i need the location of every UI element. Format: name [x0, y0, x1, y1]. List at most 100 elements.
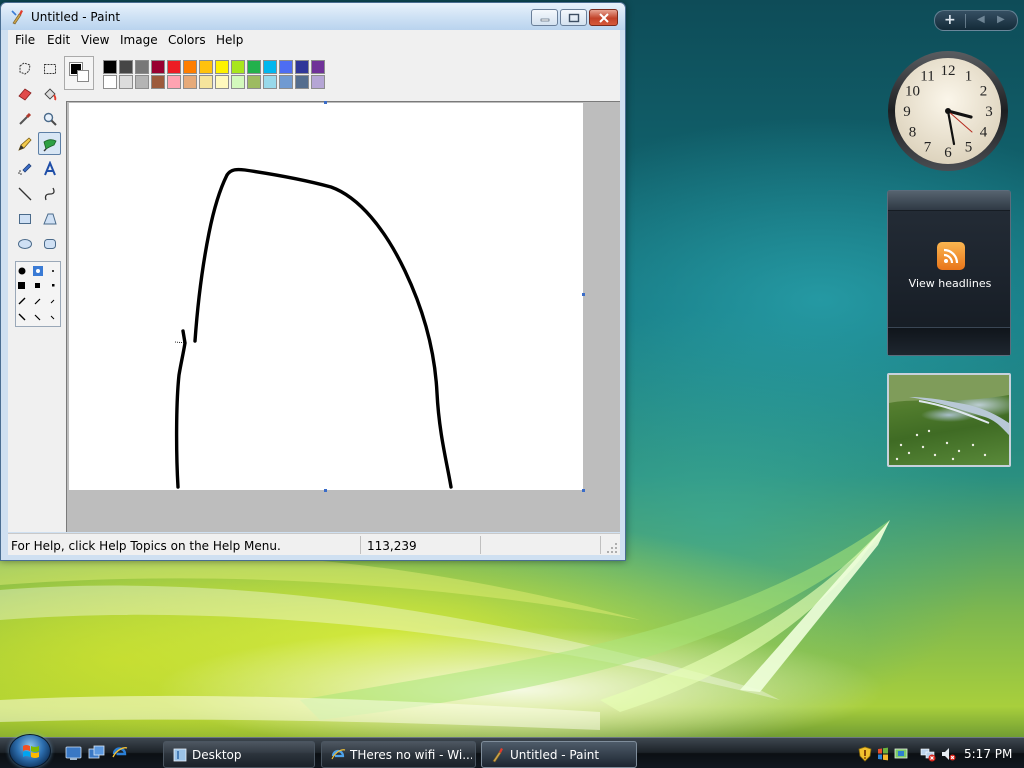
show-desktop-icon[interactable]	[65, 745, 82, 761]
fill-with-color-tool[interactable]	[38, 82, 61, 105]
color-swatch[interactable]	[103, 60, 117, 74]
menu-file[interactable]: File	[15, 33, 35, 47]
clock-gadget[interactable]: 12 1 2 3 4 5 6 7 8 9 10 11	[886, 50, 1012, 174]
brush-tool[interactable]	[38, 132, 61, 155]
color-swatch[interactable]	[215, 75, 229, 89]
color-swatch[interactable]	[295, 60, 309, 74]
color-swatch[interactable]	[199, 75, 213, 89]
ellipse-tool[interactable]	[13, 232, 36, 255]
color-swatch[interactable]	[183, 75, 197, 89]
current-colors[interactable]	[64, 56, 94, 90]
pencil-tool[interactable]	[13, 132, 36, 155]
network-disconnected-icon[interactable]	[920, 746, 936, 762]
color-swatch[interactable]	[103, 75, 117, 89]
text-tool[interactable]	[38, 157, 61, 180]
toolbox	[10, 55, 66, 328]
eyedropper-icon	[18, 112, 31, 125]
next-page-button[interactable]: ▶	[997, 14, 1005, 25]
select-tool[interactable]	[38, 57, 61, 80]
menu-colors[interactable]: Colors	[168, 33, 206, 47]
color-swatch[interactable]	[135, 60, 149, 74]
menu-edit[interactable]: Edit	[47, 33, 70, 47]
rounded-rectangle-tool[interactable]	[38, 232, 61, 255]
eraser-tool[interactable]	[13, 82, 36, 105]
drawing-canvas[interactable]	[69, 103, 583, 490]
sidebar-separator	[965, 14, 966, 28]
paint-bucket-icon	[43, 87, 56, 100]
slideshow-gadget[interactable]	[887, 373, 1011, 467]
add-gadget-button[interactable]: +	[944, 12, 956, 28]
color-swatch[interactable]	[311, 60, 325, 74]
curve-tool[interactable]	[38, 182, 61, 205]
color-swatch[interactable]	[311, 75, 325, 89]
title-bar[interactable]: Untitled - Paint	[1, 3, 625, 30]
free-form-select-tool[interactable]	[13, 57, 36, 80]
canvas-area[interactable]	[66, 101, 620, 532]
free-form-select-icon	[19, 61, 31, 75]
color-swatch[interactable]	[167, 75, 181, 89]
line-tool[interactable]	[13, 182, 36, 205]
rectangle-tool[interactable]	[13, 207, 36, 230]
resize-handle-bottom[interactable]	[324, 489, 327, 492]
close-button[interactable]	[589, 9, 618, 26]
windows-update-icon[interactable]	[875, 746, 891, 762]
color-swatch[interactable]	[231, 75, 245, 89]
feed-headlines-gadget[interactable]: View headlines	[887, 190, 1011, 356]
airbrush-tool[interactable]	[13, 157, 36, 180]
size-grip-icon[interactable]	[606, 542, 618, 554]
pick-color-tool[interactable]	[13, 107, 36, 130]
color-palette	[64, 56, 325, 94]
brush-shape-icons	[18, 266, 55, 321]
brush-shape-options[interactable]	[15, 261, 61, 327]
clock-numeral: 5	[965, 140, 973, 156]
color-swatch[interactable]	[247, 75, 261, 89]
clock-numeral: 3	[985, 104, 993, 120]
magnifier-tool[interactable]	[38, 107, 61, 130]
taskbar-item-paint[interactable]: Untitled - Paint	[481, 741, 637, 768]
clock-numeral: 11	[920, 69, 934, 85]
internet-explorer-icon[interactable]	[111, 745, 128, 761]
resize-handle-corner[interactable]	[582, 489, 585, 492]
minimize-icon	[540, 18, 549, 21]
color-swatch[interactable]	[231, 60, 245, 74]
switch-windows-icon[interactable]	[88, 745, 105, 761]
ellipse-icon	[17, 238, 32, 249]
clock-numeral: 12	[941, 63, 956, 79]
previous-page-button[interactable]: ◀	[977, 14, 985, 25]
view-headlines-link[interactable]: View headlines	[888, 277, 1012, 290]
color-swatch[interactable]	[263, 60, 277, 74]
cursor-coordinates: 113,239	[367, 539, 417, 553]
color-swatch[interactable]	[183, 60, 197, 74]
device-status-icon[interactable]	[893, 746, 909, 762]
color-swatch[interactable]	[151, 75, 165, 89]
airbrush-icon	[17, 162, 32, 175]
color-swatch[interactable]	[295, 75, 309, 89]
status-bar: For Help, click Help Topics on the Help …	[8, 533, 620, 555]
menu-image[interactable]: Image	[120, 33, 158, 47]
color-swatch[interactable]	[135, 75, 149, 89]
volume-muted-icon[interactable]	[940, 746, 956, 762]
taskbar-clock[interactable]: 5:17 PM	[964, 747, 1012, 761]
color-swatch[interactable]	[279, 75, 293, 89]
color-swatch[interactable]	[199, 60, 213, 74]
start-button[interactable]	[9, 734, 51, 768]
color-swatch[interactable]	[151, 60, 165, 74]
color-swatch[interactable]	[167, 60, 181, 74]
color-swatch[interactable]	[247, 60, 261, 74]
security-shield-icon[interactable]	[857, 746, 873, 762]
line-icon	[18, 187, 31, 200]
color-swatch[interactable]	[119, 60, 133, 74]
resize-handle-top[interactable]	[324, 101, 327, 104]
color-swatch[interactable]	[279, 60, 293, 74]
resize-handle-right[interactable]	[582, 293, 585, 296]
menu-view[interactable]: View	[81, 33, 109, 47]
color-swatch[interactable]	[215, 60, 229, 74]
maximize-button[interactable]	[560, 9, 587, 26]
color-swatch[interactable]	[263, 75, 277, 89]
color-swatch[interactable]	[119, 75, 133, 89]
taskbar-item-browser[interactable]: THeres no wifi - Wi...	[321, 741, 476, 768]
menu-help[interactable]: Help	[216, 33, 243, 47]
minimize-button[interactable]	[531, 9, 558, 26]
taskbar-item-desktop[interactable]: Desktop	[163, 741, 315, 768]
polygon-tool[interactable]	[38, 207, 61, 230]
